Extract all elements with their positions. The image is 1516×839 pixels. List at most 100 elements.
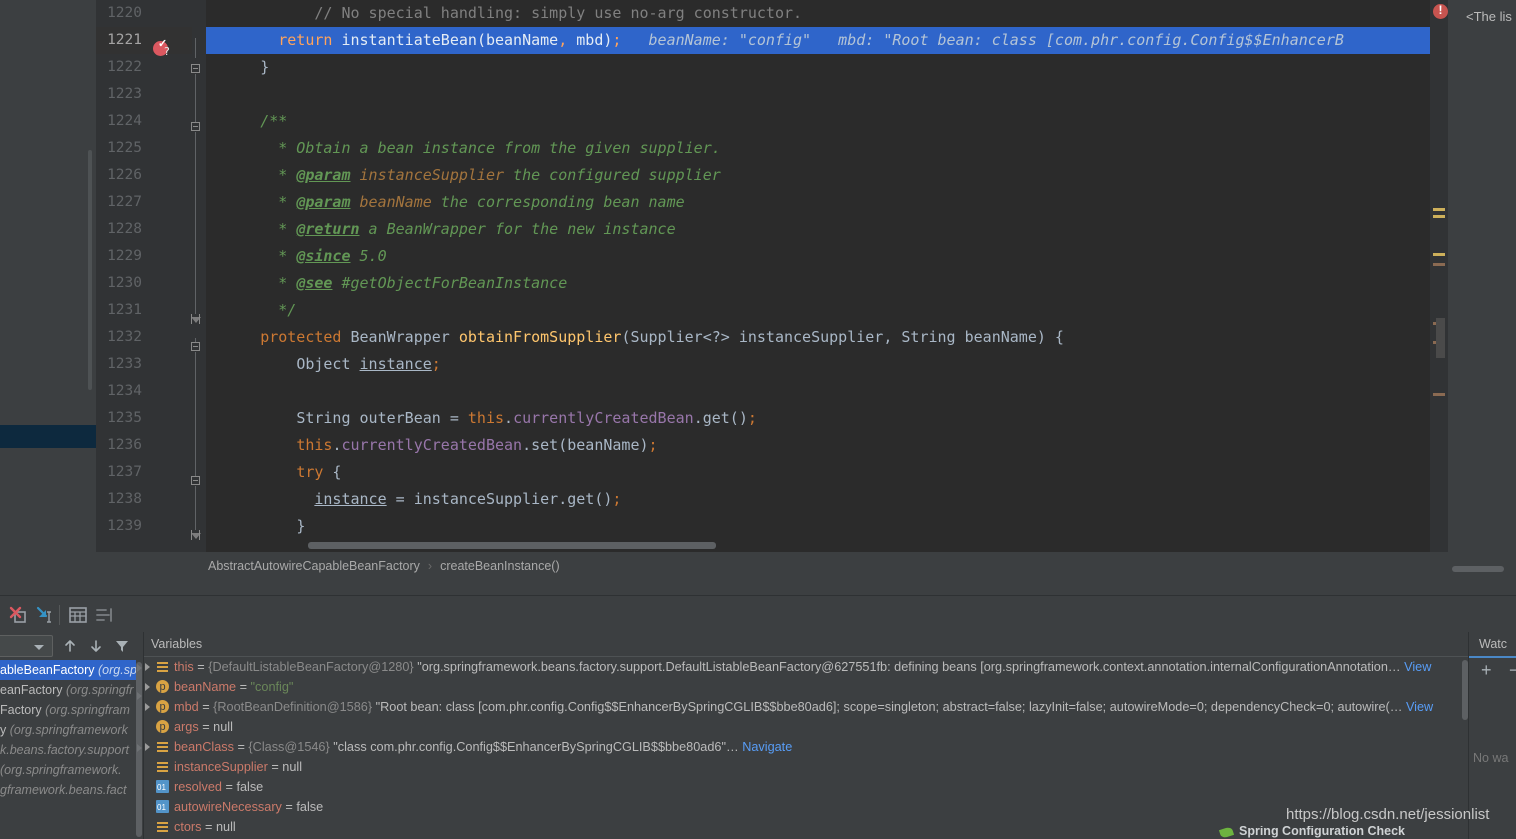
line-number[interactable]: 1224: [96, 108, 200, 135]
code-line[interactable]: instance = instanceSupplier.get();: [206, 486, 1448, 513]
notification-popup[interactable]: Spring Configuration Check: [1213, 826, 1516, 839]
variable-row[interactable]: args = null: [144, 717, 1469, 737]
error-stripe-gutter[interactable]: [1430, 0, 1448, 552]
line-number[interactable]: 1221: [96, 27, 200, 54]
variable-row[interactable]: resolved = false: [144, 777, 1469, 798]
editor-gutter[interactable]: 1220 1221 1222 1223 1224 1225 1226 1227 1228 1229…: [96, 0, 200, 552]
layout-button[interactable]: [93, 604, 115, 626]
stripe-warning-marker[interactable]: [1433, 253, 1445, 256]
fold-toggle-box[interactable]: [191, 64, 200, 73]
variable-row[interactable]: mbd = {RootBeanDefinition@1586} "Root be…: [144, 697, 1469, 717]
stripe-warning-marker[interactable]: [1433, 215, 1445, 218]
frames-expand-arrow-icon[interactable]: [137, 664, 142, 672]
line-number[interactable]: 1226: [96, 162, 200, 189]
code-line[interactable]: */: [206, 297, 1448, 324]
error-count-icon[interactable]: [1433, 3, 1448, 19]
line-number[interactable]: 1228: [96, 216, 200, 243]
view-link[interactable]: View: [1404, 660, 1431, 674]
variable-row[interactable]: instanceSupplier = null: [144, 757, 1469, 777]
mute-breakpoints-button[interactable]: [8, 604, 30, 626]
line-number[interactable]: 1220: [96, 0, 200, 27]
variable-row[interactable]: beanName = "config": [144, 677, 1469, 697]
fold-toggle-arrow[interactable]: [191, 314, 201, 324]
frames-up-button[interactable]: [61, 637, 79, 660]
code-line[interactable]: * @param beanName the corresponding bean…: [206, 189, 1448, 216]
variable-row[interactable]: beanClass = {Class@1546} "class com.phr.…: [144, 737, 1469, 757]
settings-button[interactable]: [67, 604, 89, 626]
code-line[interactable]: * @param instanceSupplier the configured…: [206, 162, 1448, 189]
line-number[interactable]: 1225: [96, 135, 200, 162]
line-number[interactable]: 1239: [96, 513, 200, 540]
frame-row[interactable]: (org.springframework.: [0, 760, 136, 780]
frames-expand-arrow-icon[interactable]: [137, 744, 142, 752]
expand-arrow-icon[interactable]: [145, 663, 150, 671]
fold-toggle-arrow[interactable]: [191, 530, 201, 540]
line-number[interactable]: 1236: [96, 432, 200, 459]
code-line[interactable]: String outerBean = this.currentlyCreated…: [206, 405, 1448, 432]
code-line[interactable]: * @return a BeanWrapper for the new inst…: [206, 216, 1448, 243]
line-number[interactable]: 1233: [96, 351, 200, 378]
line-number[interactable]: 1223: [96, 81, 200, 108]
variable-row[interactable]: this = {DefaultListableBeanFactory@1280}…: [144, 657, 1469, 677]
step-into-button[interactable]: [34, 604, 56, 626]
fold-toggle-box[interactable]: [191, 122, 200, 131]
line-number[interactable]: 1230: [96, 270, 200, 297]
left-panel-scrollbar[interactable]: [88, 150, 92, 390]
fold-toggle-box[interactable]: [191, 476, 200, 485]
frames-expand-arrow-icon[interactable]: [137, 692, 142, 700]
frame-row[interactable]: k.beans.factory.support: [0, 740, 136, 760]
code-line[interactable]: this.currentlyCreatedBean.set(beanName);: [206, 432, 1448, 459]
frame-row[interactable]: eanFactory (org.springfr: [0, 680, 136, 700]
code-line[interactable]: // No special handling: simply use no-ar…: [206, 0, 1448, 27]
code-line[interactable]: Object instance;: [206, 351, 1448, 378]
editor-horizontal-scrollbar[interactable]: [308, 542, 716, 549]
code-line[interactable]: try {: [206, 459, 1448, 486]
line-number[interactable]: 1237: [96, 459, 200, 486]
navigate-link[interactable]: Navigate: [742, 740, 792, 754]
frame-row[interactable]: gframework.beans.fact: [0, 780, 136, 800]
breadcrumb[interactable]: AbstractAutowireCapableBeanFactory › cre…: [96, 552, 1448, 579]
code-line[interactable]: [206, 378, 1448, 405]
variables-list[interactable]: this = {DefaultListableBeanFactory@1280}…: [144, 657, 1469, 837]
frames-down-button[interactable]: [87, 637, 105, 660]
stripe-warning-marker[interactable]: [1433, 208, 1445, 211]
code-line[interactable]: }: [206, 513, 1448, 540]
code-line[interactable]: /**: [206, 108, 1448, 135]
code-content[interactable]: // No special handling: simply use no-ar…: [206, 0, 1448, 552]
remove-watch-button[interactable]: −: [1509, 661, 1516, 679]
line-number[interactable]: 1238: [96, 486, 200, 513]
line-number[interactable]: 1235: [96, 405, 200, 432]
frames-list[interactable]: ableBeanFactory (org.sp eanFactory (org.s…: [0, 660, 136, 839]
expand-arrow-icon[interactable]: [145, 683, 150, 691]
code-editor[interactable]: 1220 1221 1222 1223 1224 1225 1226 1227 1228 1229…: [96, 0, 1448, 552]
add-watch-button[interactable]: +: [1481, 661, 1492, 679]
stripe-info-marker[interactable]: [1433, 393, 1445, 396]
line-number[interactable]: 1232: [96, 324, 200, 351]
frame-row[interactable]: ableBeanFactory (org.sp: [0, 660, 136, 680]
view-link[interactable]: View: [1406, 700, 1433, 714]
breadcrumb-scrollbar[interactable]: [1452, 566, 1504, 572]
variable-row[interactable]: autowireNecessary = false: [144, 797, 1469, 818]
code-line[interactable]: return instantiateBean(beanName, mbd); b…: [206, 27, 1448, 54]
line-number[interactable]: 1227: [96, 189, 200, 216]
breadcrumb-class[interactable]: AbstractAutowireCapableBeanFactory: [208, 559, 420, 573]
expand-arrow-icon[interactable]: [145, 703, 150, 711]
breadcrumb-method[interactable]: createBeanInstance(): [440, 559, 560, 573]
line-number[interactable]: 1234: [96, 378, 200, 405]
code-line[interactable]: * @see #getObjectForBeanInstance: [206, 270, 1448, 297]
code-line[interactable]: * Obtain a bean instance from the given …: [206, 135, 1448, 162]
line-number[interactable]: 1231: [96, 297, 200, 324]
watches-tab[interactable]: Watc: [1469, 632, 1516, 658]
expand-arrow-icon[interactable]: [145, 743, 150, 751]
frame-row[interactable]: y (org.springframework: [0, 720, 136, 740]
frame-row[interactable]: Factory (org.springfram: [0, 700, 136, 720]
frames-filter-button[interactable]: [113, 637, 131, 660]
code-line[interactable]: }: [206, 54, 1448, 81]
line-number[interactable]: 1229: [96, 243, 200, 270]
left-panel-selected-row[interactable]: [0, 425, 96, 448]
code-line[interactable]: * @since 5.0: [206, 243, 1448, 270]
line-number[interactable]: 1222: [96, 54, 200, 81]
stripe-info-marker[interactable]: [1433, 263, 1445, 266]
code-line[interactable]: [206, 81, 1448, 108]
code-line[interactable]: protected BeanWrapper obtainFromSupplier…: [206, 324, 1448, 351]
